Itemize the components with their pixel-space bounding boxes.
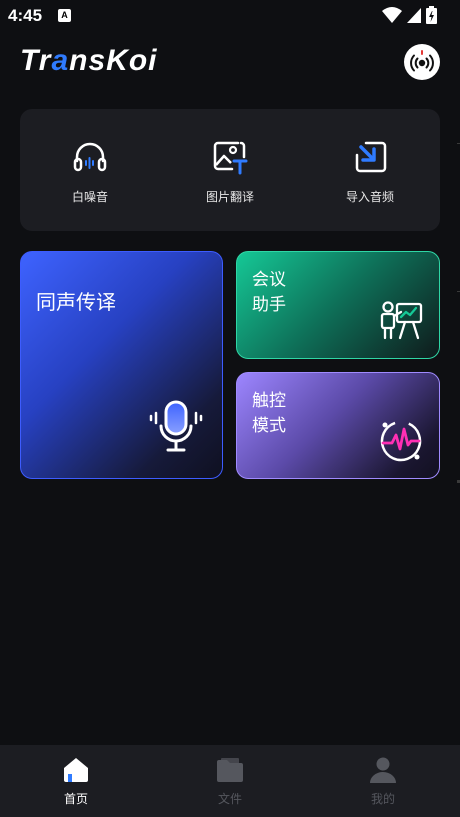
headphones-icon xyxy=(73,142,107,172)
tool-import-audio[interactable]: 导入音频 xyxy=(320,139,420,209)
simultaneous-interpretation-card[interactable]: 同声传译 xyxy=(20,251,223,479)
battery-icon xyxy=(426,6,437,24)
nav-files[interactable]: 文件 xyxy=(180,757,280,807)
card-title-line: 会议 xyxy=(252,270,286,290)
home-icon xyxy=(64,758,88,782)
tool-white-noise[interactable]: 白噪音 xyxy=(40,139,140,209)
folder-icon xyxy=(217,758,243,782)
signal-icon xyxy=(407,8,421,23)
bottom-navigation: 首页 文件 我的 xyxy=(0,745,460,817)
microphone-icon xyxy=(149,400,203,452)
import-audio-icon xyxy=(355,141,387,173)
nav-label: 首页 xyxy=(63,792,88,806)
logo-text-prefix: Tr xyxy=(20,44,52,77)
broadcast-button[interactable] xyxy=(404,44,440,80)
home-screen: 4:45 A TransKoi 白噪音 图片翻译 导入音频 同声传译 会议 助手… xyxy=(0,0,460,817)
logo-text-suffix: nsKoi xyxy=(69,44,158,77)
tool-label: 图片翻译 xyxy=(205,190,254,204)
tool-image-translate[interactable]: 图片翻译 xyxy=(180,139,280,209)
tool-label: 导入音频 xyxy=(345,190,394,204)
notification-app-icon: A xyxy=(58,9,71,22)
meeting-assistant-card[interactable]: 会议 助手 xyxy=(236,251,440,359)
nav-label: 我的 xyxy=(370,792,395,806)
profile-icon xyxy=(370,757,396,783)
card-title-line: 模式 xyxy=(252,416,286,436)
app-logo: TransKoi xyxy=(20,44,158,78)
status-icons xyxy=(382,6,452,26)
nav-home[interactable]: 首页 xyxy=(26,757,126,807)
card-title: 会议 助手 xyxy=(252,268,286,318)
touch-mode-card[interactable]: 触控 模式 xyxy=(236,372,440,479)
presentation-icon xyxy=(380,301,423,340)
image-translate-icon xyxy=(213,141,248,175)
tool-label: 白噪音 xyxy=(71,190,108,204)
waveform-icon xyxy=(380,420,422,462)
quick-tools-panel: 白噪音 图片翻译 导入音频 xyxy=(20,109,440,231)
status-time: 4:45 xyxy=(8,6,43,25)
card-title-line: 触控 xyxy=(252,391,286,411)
broadcast-icon xyxy=(410,50,434,72)
card-title-line: 助手 xyxy=(252,295,286,315)
status-bar: 4:45 A xyxy=(0,0,460,32)
nav-profile[interactable]: 我的 xyxy=(333,757,433,807)
wifi-icon xyxy=(382,7,402,23)
nav-label: 文件 xyxy=(217,792,242,806)
card-title: 触控 模式 xyxy=(252,389,286,439)
app-header: TransKoi xyxy=(0,40,460,84)
card-title: 同声传译 xyxy=(36,290,116,314)
logo-text-accent: a xyxy=(51,44,70,77)
